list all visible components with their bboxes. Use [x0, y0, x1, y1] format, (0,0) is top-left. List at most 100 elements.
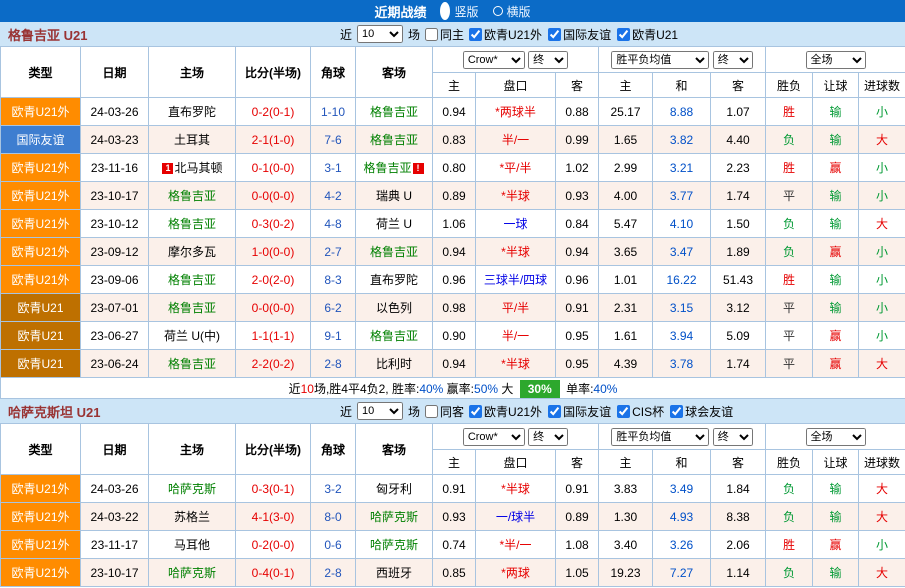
away-team[interactable]: 比利时 [355, 349, 433, 378]
away-team[interactable]: 直布罗陀 [355, 265, 433, 294]
radio-unselected-icon [492, 6, 503, 16]
home-team[interactable]: 哈萨克斯 [148, 558, 236, 587]
checkbox-input[interactable] [469, 404, 483, 418]
table-header-row: 类型 日期 主场 比分(半场) 角球 客场 Crow* 终 胜平负均值 终 全场 [0, 423, 905, 475]
match-count-select[interactable]: 10 [357, 25, 404, 43]
odds-company-select[interactable]: Crow* [462, 427, 525, 446]
avg-draw-odds: 3.94 [652, 321, 712, 350]
home-team[interactable]: 格鲁吉亚 [148, 349, 236, 378]
home-team[interactable]: 荷兰 U(中) [148, 321, 236, 350]
match-date: 23-11-16 [80, 153, 149, 182]
away-team[interactable]: 西班牙 [355, 558, 433, 587]
near-label: 近 [340, 404, 353, 419]
avg-stage-select[interactable]: 终 [712, 427, 753, 446]
checkbox-input[interactable] [670, 404, 684, 418]
handicap-line: *半/一 [475, 530, 556, 559]
home-team[interactable]: 摩尔多瓦 [148, 237, 236, 266]
radio-vertical-layout[interactable]: 竖版 [440, 2, 479, 20]
match-count-select[interactable]: 10 [357, 402, 404, 420]
home-team[interactable]: 格鲁吉亚 [148, 209, 236, 238]
result-label: 负 [765, 237, 814, 266]
away-team[interactable]: 格鲁吉亚 [355, 125, 433, 154]
odds-stage-select[interactable]: 终 [528, 50, 569, 69]
away-odds: 0.99 [554, 125, 600, 154]
away-team[interactable]: 格鲁吉亚 [355, 321, 433, 350]
away-team-name: 荷兰 U [375, 217, 412, 231]
handicap-line: *半球 [475, 474, 556, 503]
league-checkbox[interactable]: 国际友谊 [548, 403, 611, 420]
home-team[interactable]: 格鲁吉亚 [148, 293, 236, 322]
handicap-result-label: 输 [812, 502, 860, 531]
radio-vertical-label: 竖版 [454, 4, 479, 19]
home-team[interactable]: 1 北马其顿 [148, 153, 236, 182]
match-score: 1-0(0-0) [235, 237, 311, 266]
match-score: 0-0(0-0) [235, 293, 311, 322]
away-odds: 0.95 [554, 349, 600, 378]
handicap-result-label: 输 [812, 97, 860, 126]
home-team[interactable]: 苏格兰 [148, 502, 236, 531]
avg-away-odds: 1.84 [710, 474, 767, 503]
summary-part: 40% [593, 381, 618, 396]
away-team[interactable]: 荷兰 U [355, 209, 433, 238]
away-team[interactable]: 格鲁吉亚! [355, 153, 433, 182]
result-label: 平 [765, 321, 814, 350]
home-odds: 0.98 [432, 293, 476, 322]
result-label: 负 [765, 125, 814, 154]
home-team[interactable]: 马耳他 [148, 530, 236, 559]
away-team[interactable]: 匈牙利 [355, 474, 433, 503]
home-team[interactable]: 土耳其 [148, 125, 236, 154]
match-row: 欧青U21外 23-11-17 马耳他 0-2(0-0) 0-6 哈萨克斯 0.74 *半/一… [0, 530, 905, 559]
near-label: 近 [340, 27, 353, 42]
odds-stage-select[interactable]: 终 [528, 427, 569, 446]
radio-selected-icon [440, 2, 451, 20]
scope-select[interactable]: 全场 [805, 50, 866, 69]
checkbox-input[interactable] [617, 404, 631, 418]
away-team[interactable]: 格鲁吉亚 [355, 97, 433, 126]
avg-type-select[interactable]: 胜平负均值 [611, 427, 710, 446]
checkbox-input[interactable] [425, 404, 439, 418]
away-team[interactable]: 瑞典 U [355, 181, 433, 210]
result-label: 胜 [765, 153, 814, 182]
avg-stage-select[interactable]: 终 [712, 50, 753, 69]
away-team[interactable]: 哈萨克斯 [355, 502, 433, 531]
handicap-line: *半球 [475, 237, 556, 266]
away-team[interactable]: 以色列 [355, 293, 433, 322]
avg-home-odds: 1.61 [598, 321, 654, 350]
home-team[interactable]: 格鲁吉亚 [148, 265, 236, 294]
league-checkbox[interactable]: 欧青U21外 [469, 403, 542, 420]
home-team-name: 格鲁吉亚 [167, 273, 216, 287]
avg-draw-odds: 16.22 [652, 265, 712, 294]
away-odds: 1.02 [554, 153, 600, 182]
result-label: 负 [765, 209, 814, 238]
avg-away-odds: 1.50 [710, 209, 767, 238]
league-checkbox[interactable]: 欧青U21外 [469, 26, 542, 43]
handicap-result-label: 输 [812, 265, 860, 294]
checkbox-input[interactable] [548, 404, 562, 418]
home-team[interactable]: 直布罗陀 [148, 97, 236, 126]
avg-away-odds: 3.12 [710, 293, 767, 322]
league-checkbox[interactable]: CIS杯 [617, 403, 664, 420]
match-score: 1-1(1-1) [235, 321, 311, 350]
match-date: 24-03-26 [80, 474, 149, 503]
avg-draw-odds: 4.10 [652, 209, 712, 238]
checkbox-input[interactable] [548, 27, 562, 41]
team-title: 哈萨克斯坦 U21 [8, 404, 101, 420]
checkbox-input[interactable] [425, 27, 439, 41]
home-team[interactable]: 哈萨克斯 [148, 474, 236, 503]
same-venue-checkbox[interactable]: 同主 [425, 26, 464, 43]
home-team[interactable]: 格鲁吉亚 [148, 181, 236, 210]
league-checkbox[interactable]: 欧青U21 [617, 26, 678, 43]
checkbox-input[interactable] [617, 27, 631, 41]
away-team[interactable]: 哈萨克斯 [355, 530, 433, 559]
league-checkbox[interactable]: 球会友谊 [670, 403, 733, 420]
checkbox-input[interactable] [469, 27, 483, 41]
same-venue-checkbox[interactable]: 同客 [425, 403, 464, 420]
radio-horizontal-layout[interactable]: 横版 [492, 3, 531, 20]
league-checkbox[interactable]: 国际友谊 [548, 26, 611, 43]
match-score: 0-2(0-1) [235, 97, 311, 126]
scope-select[interactable]: 全场 [805, 427, 866, 446]
odds-company-select[interactable]: Crow* [462, 50, 525, 69]
avg-draw-odds: 3.15 [652, 293, 712, 322]
away-team[interactable]: 格鲁吉亚 [355, 237, 433, 266]
avg-type-select[interactable]: 胜平负均值 [611, 50, 710, 69]
